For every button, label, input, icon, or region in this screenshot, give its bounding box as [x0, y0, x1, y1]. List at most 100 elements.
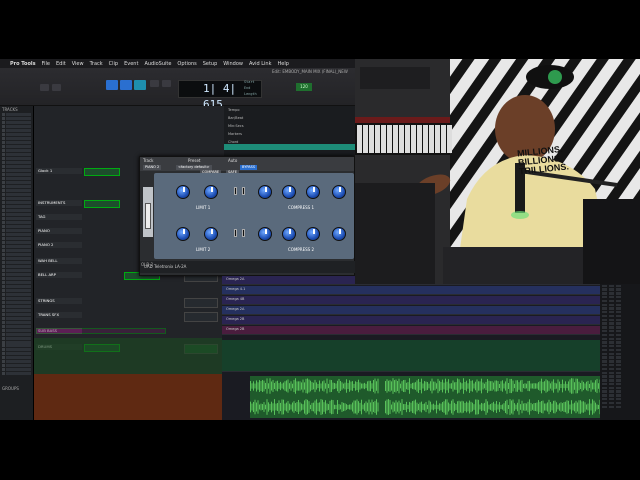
track-list-name[interactable] — [6, 216, 31, 220]
track-list-name[interactable] — [6, 125, 31, 129]
track-show-toggle[interactable] — [2, 300, 5, 304]
menu-edit[interactable]: Edit — [56, 61, 66, 67]
track-list-name[interactable] — [6, 260, 31, 264]
track-show-toggle[interactable] — [2, 125, 5, 129]
gain-knob[interactable] — [306, 227, 320, 241]
track-name-instruments[interactable]: INSTRUMENTS — [36, 200, 82, 206]
clip-name[interactable]: Omega 2A — [226, 307, 244, 311]
track-list-name[interactable] — [6, 117, 31, 121]
track-list-name[interactable] — [6, 244, 31, 248]
track-show-toggle[interactable] — [2, 209, 5, 213]
track-list-name[interactable] — [6, 264, 31, 268]
track-list-name[interactable] — [6, 336, 31, 340]
track-list-name[interactable] — [6, 276, 31, 280]
release-switch[interactable] — [242, 229, 245, 237]
track-show-toggle[interactable] — [2, 372, 5, 376]
track-list-name[interactable] — [6, 177, 31, 181]
ratio-knob[interactable] — [204, 227, 218, 241]
track-list-name[interactable] — [6, 364, 31, 368]
plugin-track-select[interactable]: PIANO 2 — [143, 165, 162, 170]
menu-event[interactable]: Event — [124, 61, 138, 67]
track-list-name[interactable] — [6, 368, 31, 372]
nudge-button[interactable] — [162, 80, 171, 87]
insert-block[interactable] — [84, 200, 120, 208]
menu-track[interactable]: Track — [90, 61, 103, 67]
threshold-knob[interactable] — [176, 227, 190, 241]
track-show-toggle[interactable] — [2, 280, 5, 284]
track-show-toggle[interactable] — [2, 177, 5, 181]
track-show-toggle[interactable] — [2, 356, 5, 360]
track-show-toggle[interactable] — [2, 197, 5, 201]
track-list-name[interactable] — [6, 153, 31, 157]
track-show-toggle[interactable] — [2, 272, 5, 276]
track-list-name[interactable] — [6, 129, 31, 133]
menu-options[interactable]: Options — [177, 61, 196, 67]
track-list-name[interactable] — [6, 308, 31, 312]
track-list-name[interactable] — [6, 252, 31, 256]
track-show-toggle[interactable] — [2, 264, 5, 268]
track-show-toggle[interactable] — [2, 185, 5, 189]
track-list-name[interactable] — [6, 304, 31, 308]
track-list-name[interactable] — [6, 268, 31, 272]
track-show-toggle[interactable] — [2, 292, 5, 296]
track-list-name[interactable] — [6, 149, 31, 153]
track-show-toggle[interactable] — [2, 252, 5, 256]
track-list-name[interactable] — [6, 352, 31, 356]
threshold-knob-b[interactable] — [258, 185, 272, 199]
track-show-toggle[interactable] — [2, 161, 5, 165]
track-list-name[interactable] — [6, 236, 31, 240]
track-list-name[interactable] — [6, 165, 31, 169]
track-show-toggle[interactable] — [2, 304, 5, 308]
menu-help[interactable]: Help — [277, 61, 288, 67]
track-show-toggle[interactable] — [2, 244, 5, 248]
track-list-name[interactable] — [6, 205, 31, 209]
track-list-name[interactable] — [6, 320, 31, 324]
attack-switch[interactable] — [234, 187, 237, 195]
plugin-name-tab[interactable]: OLB-2 — [141, 262, 153, 267]
track-name-wah-bell[interactable]: WAH BELL — [36, 258, 82, 264]
track-show-toggle[interactable] — [2, 149, 5, 153]
ratio-knob-b[interactable] — [282, 185, 296, 199]
track-name-piano-2[interactable]: PIANO 2 — [36, 242, 82, 248]
track-list-name[interactable] — [6, 141, 31, 145]
track-list-name[interactable] — [6, 240, 31, 244]
menu-window[interactable]: Window — [223, 61, 243, 67]
track-list-name[interactable] — [6, 161, 31, 165]
track-list-name[interactable] — [6, 173, 31, 177]
trim-tool-button[interactable] — [52, 84, 61, 91]
track-list-name[interactable] — [6, 348, 31, 352]
track-show-toggle[interactable] — [2, 129, 5, 133]
menu-view[interactable]: View — [72, 61, 84, 67]
insert-block[interactable] — [84, 168, 120, 176]
track-show-toggle[interactable] — [2, 133, 5, 137]
track-show-toggle[interactable] — [2, 117, 5, 121]
clip-name[interactable]: Omega 2B — [226, 317, 244, 321]
track-list-name[interactable] — [6, 220, 31, 224]
track-show-toggle[interactable] — [2, 276, 5, 280]
track-list-name[interactable] — [6, 169, 31, 173]
track-show-toggle[interactable] — [2, 224, 5, 228]
ratio-knob[interactable] — [204, 185, 218, 199]
track-show-toggle[interactable] — [2, 193, 5, 197]
track-list-name[interactable] — [6, 312, 31, 316]
track-show-toggle[interactable] — [2, 312, 5, 316]
track-show-toggle[interactable] — [2, 220, 5, 224]
clip-name[interactable]: Omega 2A — [226, 277, 244, 281]
track-show-toggle[interactable] — [2, 228, 5, 232]
track-show-toggle[interactable] — [2, 288, 5, 292]
track-name-piano[interactable]: PIANO — [36, 228, 82, 234]
track-name-glock[interactable]: Glock 1 — [36, 168, 82, 174]
track-list-name[interactable] — [6, 133, 31, 137]
track-list-name[interactable] — [6, 209, 31, 213]
output-knob[interactable] — [332, 227, 346, 241]
track-show-toggle[interactable] — [2, 324, 5, 328]
gain-knob[interactable] — [306, 185, 320, 199]
track-list-name[interactable] — [6, 332, 31, 336]
track-list-name[interactable] — [6, 296, 31, 300]
grabber-tool-button[interactable] — [120, 80, 132, 90]
track-list-name[interactable] — [6, 340, 31, 344]
track-show-toggle[interactable] — [2, 181, 5, 185]
track-list-name[interactable] — [6, 189, 31, 193]
track-show-toggle[interactable] — [2, 268, 5, 272]
track-show-toggle[interactable] — [2, 141, 5, 145]
